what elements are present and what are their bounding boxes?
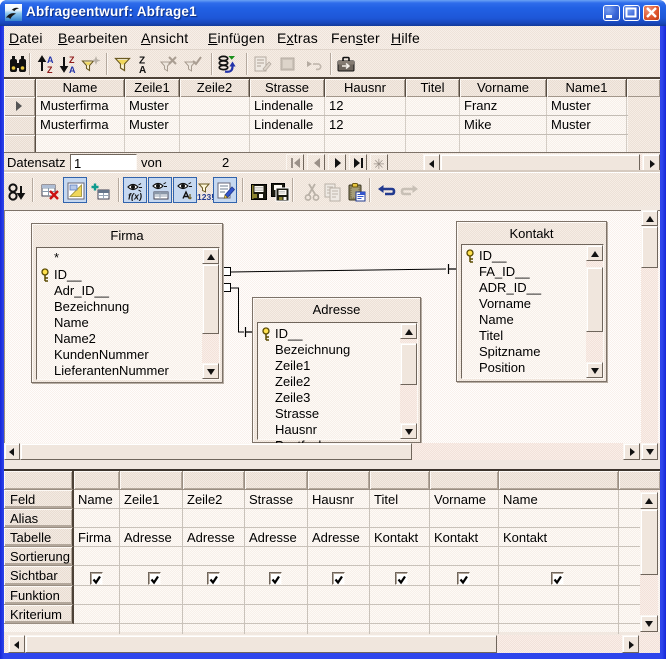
svg-text:A: A — [139, 65, 146, 74]
svg-text:Z: Z — [69, 55, 75, 65]
svg-text:A: A — [47, 55, 54, 65]
svg-text:f(x): f(x) — [128, 192, 142, 202]
svg-text:A: A — [69, 65, 76, 74]
svg-text:Z: Z — [47, 65, 53, 74]
svg-text:123!: 123! — [197, 192, 214, 202]
